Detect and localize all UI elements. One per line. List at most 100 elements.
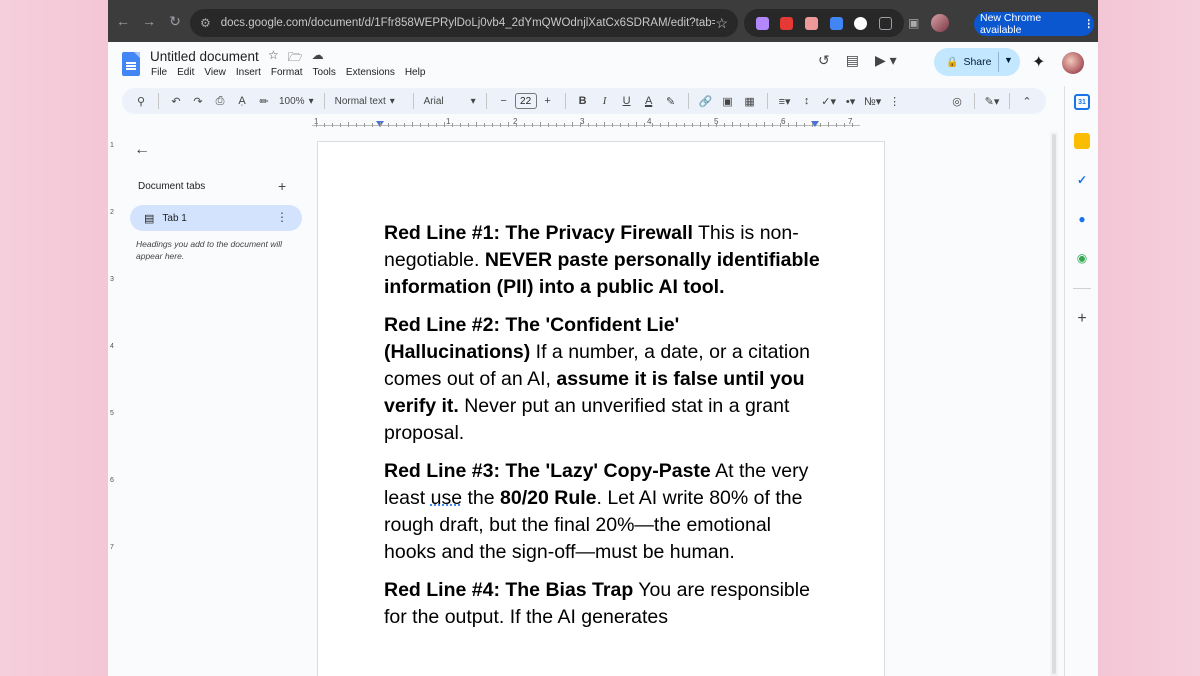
- ruler-tick: [820, 123, 821, 127]
- paint-format-icon[interactable]: ✏: [253, 90, 275, 112]
- ruler-number: 4: [110, 343, 114, 350]
- close-outline-arrow-icon[interactable]: ←: [134, 141, 150, 159]
- tab-item-tab-1[interactable]: ▤ Tab 1 ⋮: [130, 205, 302, 231]
- ruler-tick: [588, 123, 589, 127]
- extensions-puzzle-icon[interactable]: [879, 16, 893, 30]
- numbered-list-icon[interactable]: №▾: [862, 90, 884, 112]
- menu-edit[interactable]: Edit: [177, 67, 194, 78]
- calendar-icon[interactable]: 31: [1074, 94, 1090, 110]
- paragraph-style-select[interactable]: Normal text ▾: [331, 96, 407, 107]
- link-icon[interactable]: 🔗: [695, 90, 717, 112]
- chevron-down-icon: ▾: [308, 95, 314, 107]
- ruler-tick: [532, 123, 533, 127]
- increase-font-size-icon[interactable]: +: [537, 90, 559, 112]
- meet-icon[interactable]: ▶ ▾: [875, 52, 897, 69]
- menu-insert[interactable]: Insert: [236, 67, 261, 78]
- search-menus-icon[interactable]: ⚲: [130, 90, 152, 112]
- extension-4-icon[interactable]: [829, 16, 843, 30]
- bookmark-star-icon[interactable]: ☆: [715, 15, 728, 32]
- back-icon[interactable]: ←: [110, 13, 136, 29]
- chrome-profile-avatar[interactable]: [931, 14, 950, 32]
- tasks-icon[interactable]: ✓: [1074, 172, 1090, 188]
- horizontal-ruler[interactable]: 1 1 2 3 4 5 6 7: [304, 117, 864, 131]
- decrease-font-size-icon[interactable]: −: [493, 90, 515, 112]
- menu-format[interactable]: Format: [271, 67, 303, 78]
- text-run: the: [462, 487, 501, 509]
- extension-1-icon[interactable]: [755, 16, 769, 30]
- text-color-button[interactable]: A: [638, 90, 660, 112]
- tab-options-icon[interactable]: ⋮: [276, 210, 288, 224]
- editing-mode-icon[interactable]: ✎▾: [981, 90, 1003, 112]
- chrome-update-button[interactable]: New Chrome available ⋮: [974, 12, 1094, 36]
- zoom-select[interactable]: 100% ▾: [275, 96, 318, 107]
- lock-icon: 🔒: [946, 56, 959, 68]
- ruler-tick: [500, 123, 501, 127]
- ruler-tick: [692, 123, 693, 127]
- reload-icon[interactable]: ↻: [162, 13, 188, 30]
- font-size-input[interactable]: 22: [514, 93, 537, 109]
- title-actions: ☆ 🗁 ☁: [268, 48, 324, 69]
- spellcheck-icon[interactable]: Ạ: [231, 90, 253, 112]
- document-page[interactable]: Red Line #1: The Privacy Firewall This i…: [317, 141, 885, 676]
- move-folder-icon[interactable]: 🗁: [288, 48, 303, 69]
- ruler-tick: [396, 123, 397, 127]
- insert-image-icon[interactable]: ▦: [739, 90, 761, 112]
- ruler-tick: [724, 123, 725, 127]
- more-options-icon[interactable]: ⋮: [884, 90, 906, 112]
- chrome-menu-icon[interactable]: ⋮: [1084, 18, 1095, 30]
- ruler-tick: [604, 122, 605, 127]
- extension-5-icon[interactable]: [854, 16, 868, 30]
- ruler-tick: [508, 122, 509, 127]
- ruler-tick: [612, 123, 613, 127]
- underline-button[interactable]: U: [616, 90, 638, 112]
- gemini-icon[interactable]: ✦: [1032, 52, 1045, 72]
- italic-button[interactable]: I: [594, 90, 616, 112]
- spark-icon[interactable]: ◎: [946, 90, 968, 112]
- star-icon[interactable]: ☆: [268, 48, 279, 69]
- site-info-icon[interactable]: ⚙: [200, 16, 211, 30]
- menu-extensions[interactable]: Extensions: [346, 67, 395, 78]
- keep-icon[interactable]: [1074, 133, 1090, 149]
- ruler-tick: [516, 123, 517, 127]
- menu-help[interactable]: Help: [405, 67, 426, 78]
- tab-search-icon[interactable]: ▣: [908, 16, 919, 30]
- bold-run: 80/20 Rule: [500, 487, 597, 509]
- line-spacing-icon[interactable]: ↕: [796, 90, 818, 112]
- address-bar[interactable]: ⚙ docs.google.com/document/d/1Ffr858WEPR…: [190, 9, 738, 37]
- menu-file[interactable]: File: [151, 67, 167, 78]
- forward-icon[interactable]: →: [136, 13, 162, 29]
- extension-3-icon[interactable]: [805, 16, 819, 30]
- document-title[interactable]: Untitled document: [150, 49, 259, 64]
- browser-window: ← → ↻ ⚙ docs.google.com/document/d/1Ffr8…: [108, 0, 1098, 676]
- vertical-ruler: 1 2 3 4 5 6 7: [110, 134, 116, 676]
- maps-icon[interactable]: ◉: [1074, 250, 1090, 266]
- highlight-icon[interactable]: ✎: [660, 90, 682, 112]
- ruler-tick: [644, 123, 645, 127]
- font-select[interactable]: Arial ▾: [420, 96, 480, 107]
- extension-2-icon[interactable]: [780, 16, 794, 30]
- share-button[interactable]: 🔒 Share ▼: [934, 48, 1020, 76]
- share-dropdown-icon[interactable]: ▼: [1004, 55, 1013, 65]
- document-body[interactable]: Red Line #1: The Privacy Firewall This i…: [384, 220, 824, 642]
- scrollbar-thumb[interactable]: [1052, 134, 1056, 674]
- checklist-icon[interactable]: ✓▾: [818, 90, 840, 112]
- grammar-suggestion-run[interactable]: use: [431, 487, 462, 509]
- redo-icon[interactable]: ↷: [187, 90, 209, 112]
- version-history-icon[interactable]: ↺: [818, 52, 830, 69]
- get-add-ons-icon[interactable]: +: [1074, 310, 1090, 327]
- docs-logo-icon[interactable]: [122, 52, 140, 76]
- menu-view[interactable]: View: [204, 67, 226, 78]
- contacts-icon[interactable]: ●: [1074, 211, 1090, 227]
- add-comment-icon[interactable]: ▣: [717, 90, 739, 112]
- print-icon[interactable]: ⎙: [209, 90, 231, 112]
- cloud-status-icon[interactable]: ☁: [312, 48, 324, 69]
- menu-tools[interactable]: Tools: [313, 67, 336, 78]
- comments-icon[interactable]: ▤: [846, 52, 859, 69]
- add-tab-icon[interactable]: +: [278, 178, 286, 194]
- bold-button[interactable]: B: [572, 90, 594, 112]
- bulleted-list-icon[interactable]: •▾: [840, 90, 862, 112]
- align-icon[interactable]: ≡▾: [774, 90, 796, 112]
- account-avatar[interactable]: [1062, 52, 1084, 74]
- collapse-menus-icon[interactable]: ⌃: [1016, 90, 1038, 112]
- undo-icon[interactable]: ↶: [165, 90, 187, 112]
